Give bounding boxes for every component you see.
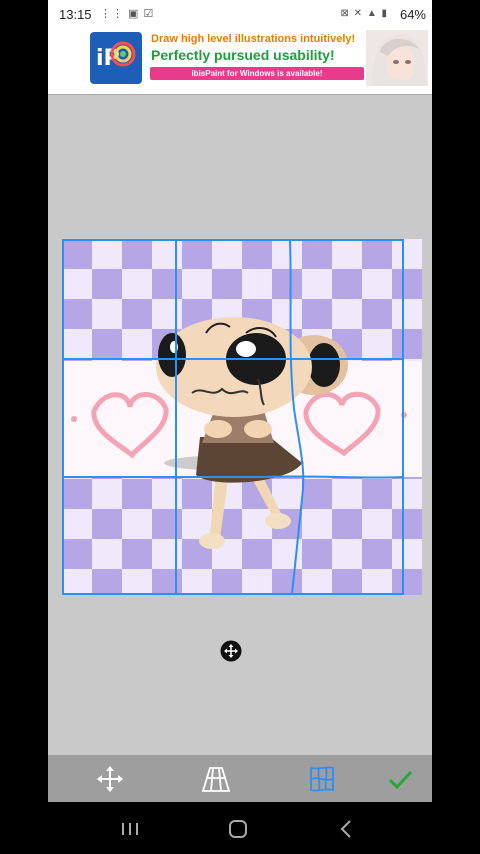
ad-subtitle: ibisPaint for Windows is available! (150, 67, 364, 80)
battery-percent: 64% (399, 7, 426, 22)
back-button[interactable] (326, 816, 366, 842)
image-canvas[interactable] (62, 239, 422, 595)
move-handle[interactable] (220, 640, 242, 662)
home-button[interactable] (218, 816, 258, 842)
notification-icons: ⋮⋮ ▣ ☑ (100, 8, 155, 20)
mesh-tool-button[interactable] (296, 755, 348, 802)
ad-banner[interactable]: iP Draw high level illustrations intuiti… (48, 28, 432, 95)
ibispaint-logo: iP (90, 32, 142, 84)
recent-apps-icon (122, 823, 138, 835)
ad-title: Perfectly pursued usability! (151, 47, 335, 63)
phone-screen: 13:15 ⋮⋮ ▣ ☑ ⊠ ✕ ▲ ▮ 64% iP Draw high le… (48, 0, 432, 802)
android-nav-bar (0, 802, 480, 854)
perspective-grid-icon (201, 766, 231, 792)
transform-image[interactable] (62, 239, 422, 595)
move-handle-icon (220, 640, 242, 662)
home-icon (229, 820, 247, 838)
confirm-button[interactable] (374, 755, 426, 802)
bottom-toolbar (48, 755, 432, 802)
canvas-area[interactable] (48, 95, 432, 755)
recent-apps-button[interactable] (110, 816, 150, 842)
move-tool-button[interactable] (84, 755, 136, 802)
checkmark-icon (388, 770, 413, 789)
system-icons: ⊠ ✕ ▲ ▮ (340, 8, 388, 19)
status-time: 13:15 (59, 7, 92, 22)
perspective-tool-button[interactable] (190, 755, 242, 802)
back-arrow-icon (340, 820, 351, 838)
status-bar: 13:15 ⋮⋮ ▣ ☑ ⊠ ✕ ▲ ▮ 64% (48, 0, 432, 28)
move-arrows-icon (97, 765, 123, 792)
mesh-warp-icon (310, 766, 334, 791)
ad-character-image (366, 30, 428, 86)
color-wheel-icon (110, 41, 136, 67)
ad-headline: Draw high level illustrations intuitivel… (151, 33, 356, 45)
